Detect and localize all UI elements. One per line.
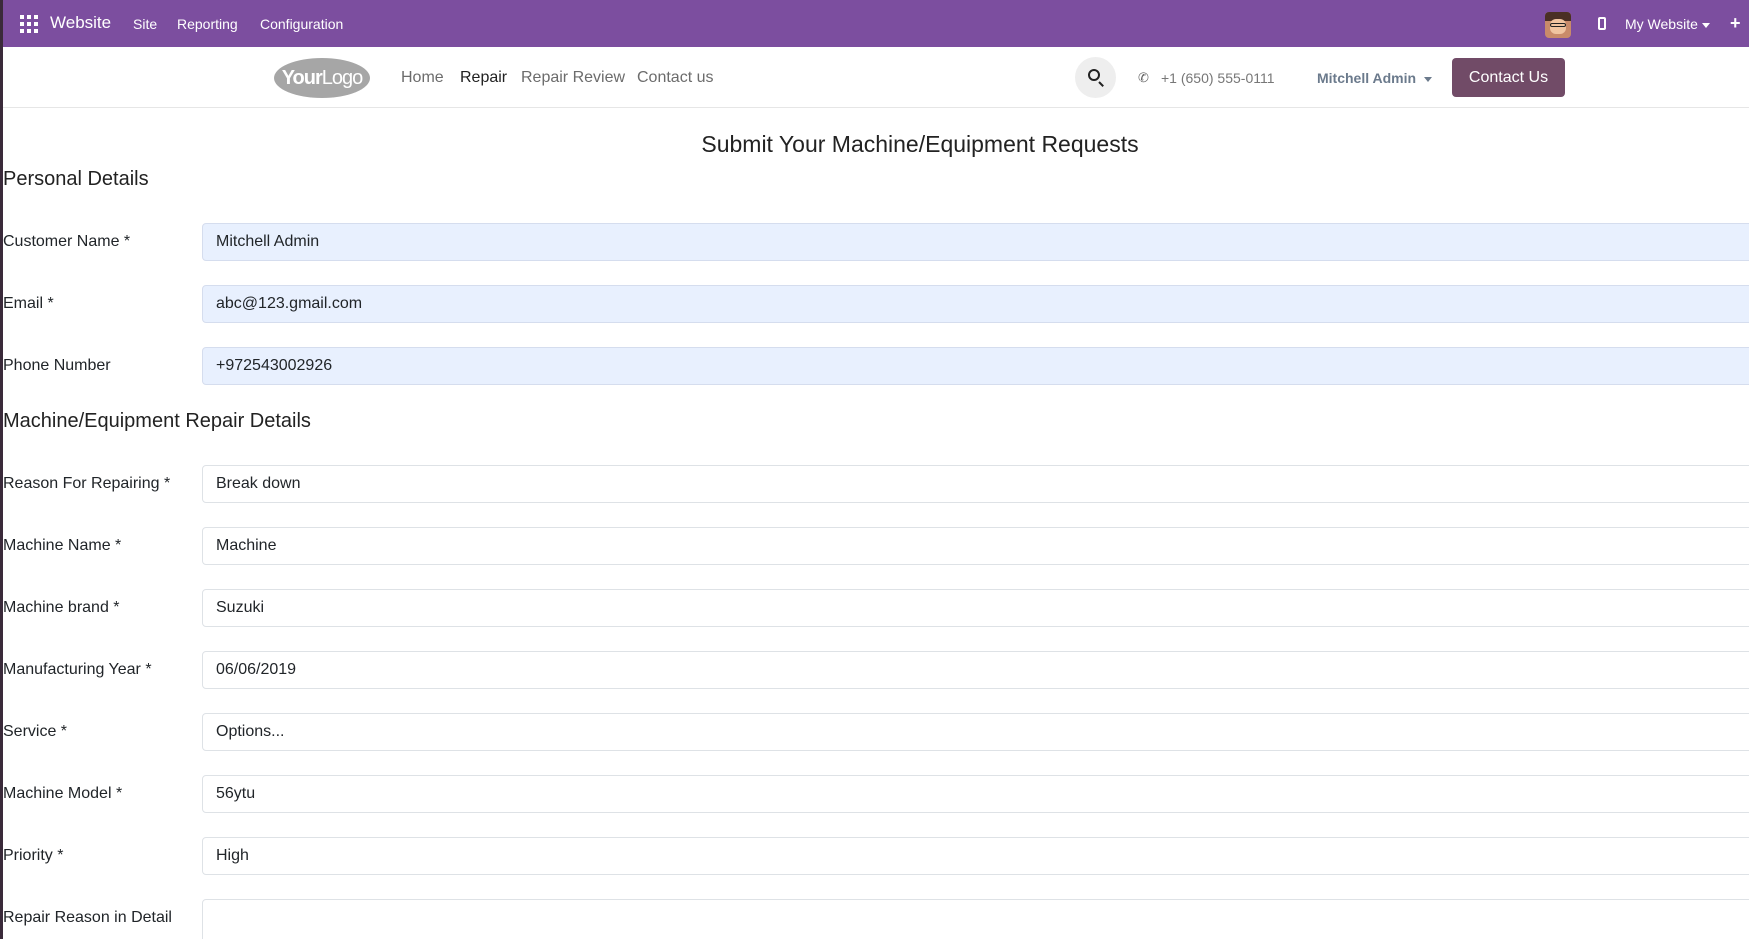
search-button[interactable] (1075, 57, 1116, 98)
section-machine-details: Machine/Equipment Repair Details (3, 410, 311, 432)
service-label: Service * (3, 723, 68, 740)
app-name[interactable]: Website (50, 13, 111, 33)
nav-contact-us[interactable]: Contact us (637, 69, 713, 87)
machine-model-input[interactable]: 56ytu (202, 775, 1749, 813)
manufacturing-year-input[interactable]: 06/06/2019 (202, 651, 1749, 689)
priority-label: Priority * (3, 847, 64, 864)
menu-configuration[interactable]: Configuration (260, 16, 343, 32)
contact-us-button[interactable]: Contact Us (1452, 58, 1565, 97)
machine-name-label: Machine Name * (3, 537, 122, 554)
menu-site[interactable]: Site (133, 16, 157, 32)
user-name: Mitchell Admin (1317, 70, 1417, 86)
priority-select[interactable]: High (202, 837, 1749, 875)
new-content-button[interactable]: + (1730, 13, 1741, 34)
chevron-down-icon (1701, 22, 1710, 28)
nav-repair-review[interactable]: Repair Review (521, 69, 625, 87)
machine-name-input[interactable]: Machine (202, 527, 1749, 565)
phone-number-input[interactable]: +972543002926 (202, 347, 1749, 385)
search-icon (1088, 69, 1100, 81)
machine-brand-label: Machine brand * (3, 599, 120, 616)
website-header: YourLogo Home Repair Repair Review Conta… (0, 47, 1749, 108)
machine-model-label: Machine Model * (3, 785, 123, 802)
menu-reporting[interactable]: Reporting (177, 16, 238, 32)
chevron-down-icon (1424, 76, 1433, 82)
reason-label: Reason For Repairing * (3, 475, 171, 492)
user-menu[interactable]: Mitchell Admin (1317, 70, 1433, 86)
phone-number-label: Phone Number (3, 357, 111, 374)
nav-repair[interactable]: Repair (460, 69, 507, 87)
reason-input[interactable]: Break down (202, 465, 1749, 503)
service-select[interactable]: Options... (202, 713, 1749, 751)
website-switcher-label: My Website (1625, 16, 1698, 32)
apps-grid-icon[interactable] (20, 15, 38, 33)
section-personal-details: Personal Details (3, 168, 149, 190)
repair-detail-label: Repair Reason in Detail (3, 909, 172, 926)
site-logo[interactable]: YourLogo (274, 58, 370, 98)
window-edge (0, 0, 3, 939)
manufacturing-year-label: Manufacturing Year * (3, 661, 152, 678)
nav-home[interactable]: Home (401, 69, 444, 87)
user-avatar[interactable] (1545, 12, 1571, 38)
mobile-preview-icon[interactable] (1598, 17, 1606, 30)
page-title: Submit Your Machine/Equipment Requests (701, 131, 1139, 157)
machine-brand-input[interactable]: Suzuki (202, 589, 1749, 627)
phone-icon: ✆ (1138, 70, 1149, 85)
website-switcher[interactable]: My Website (1625, 16, 1710, 32)
admin-topbar: Website Site Reporting Configuration My … (0, 0, 1749, 47)
email-input[interactable]: abc@123.gmail.com (202, 285, 1749, 323)
customer-name-input[interactable]: Mitchell Admin (202, 223, 1749, 261)
phone-number[interactable]: +1 (650) 555-0111 (1161, 70, 1275, 86)
customer-name-label: Customer Name * (3, 233, 131, 250)
repair-detail-textarea[interactable] (202, 899, 1749, 939)
email-label: Email * (3, 295, 54, 312)
